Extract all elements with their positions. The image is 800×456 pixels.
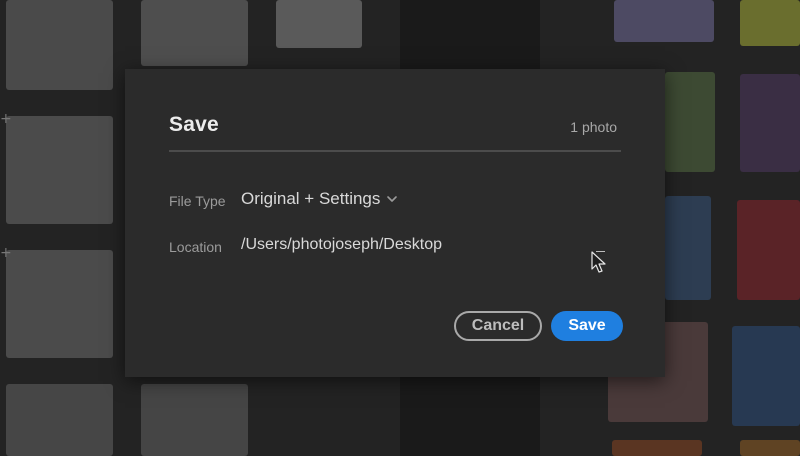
thumbnail	[276, 0, 362, 48]
thumbnail	[141, 0, 248, 66]
save-button[interactable]: Save	[551, 311, 623, 341]
photo-count: 1 photo	[570, 119, 617, 135]
color-swatch	[740, 0, 800, 46]
dialog-title: Save	[169, 113, 219, 136]
cancel-button[interactable]: Cancel	[454, 311, 542, 341]
file-type-label: File Type	[169, 193, 226, 209]
color-swatch	[665, 72, 715, 172]
background-divider	[400, 0, 540, 69]
color-swatch	[740, 74, 800, 172]
location-label: Location	[169, 239, 222, 255]
color-swatch	[740, 440, 800, 456]
color-swatch	[612, 440, 702, 456]
color-swatch	[737, 200, 800, 300]
thumbnail	[6, 384, 113, 456]
color-swatch	[665, 196, 711, 300]
thumbnail	[141, 384, 248, 456]
file-type-dropdown[interactable]: Original + Settings	[241, 189, 398, 209]
thumbnail	[6, 250, 113, 358]
title-divider	[169, 150, 621, 152]
thumbnail	[6, 116, 113, 224]
background-divider	[400, 377, 540, 456]
location-path[interactable]: /Users/photojoseph/Desktop	[241, 236, 442, 254]
chevron-down-icon	[387, 196, 398, 202]
plus-icon: +	[0, 111, 12, 127]
save-dialog: Save 1 photo File Type Original + Settin…	[125, 69, 665, 377]
file-type-value: Original + Settings	[241, 189, 381, 208]
thumbnail	[6, 0, 113, 90]
plus-icon: +	[0, 245, 12, 261]
mouse-cursor-icon	[591, 251, 606, 273]
color-swatch	[614, 0, 714, 42]
color-swatch	[732, 326, 800, 426]
